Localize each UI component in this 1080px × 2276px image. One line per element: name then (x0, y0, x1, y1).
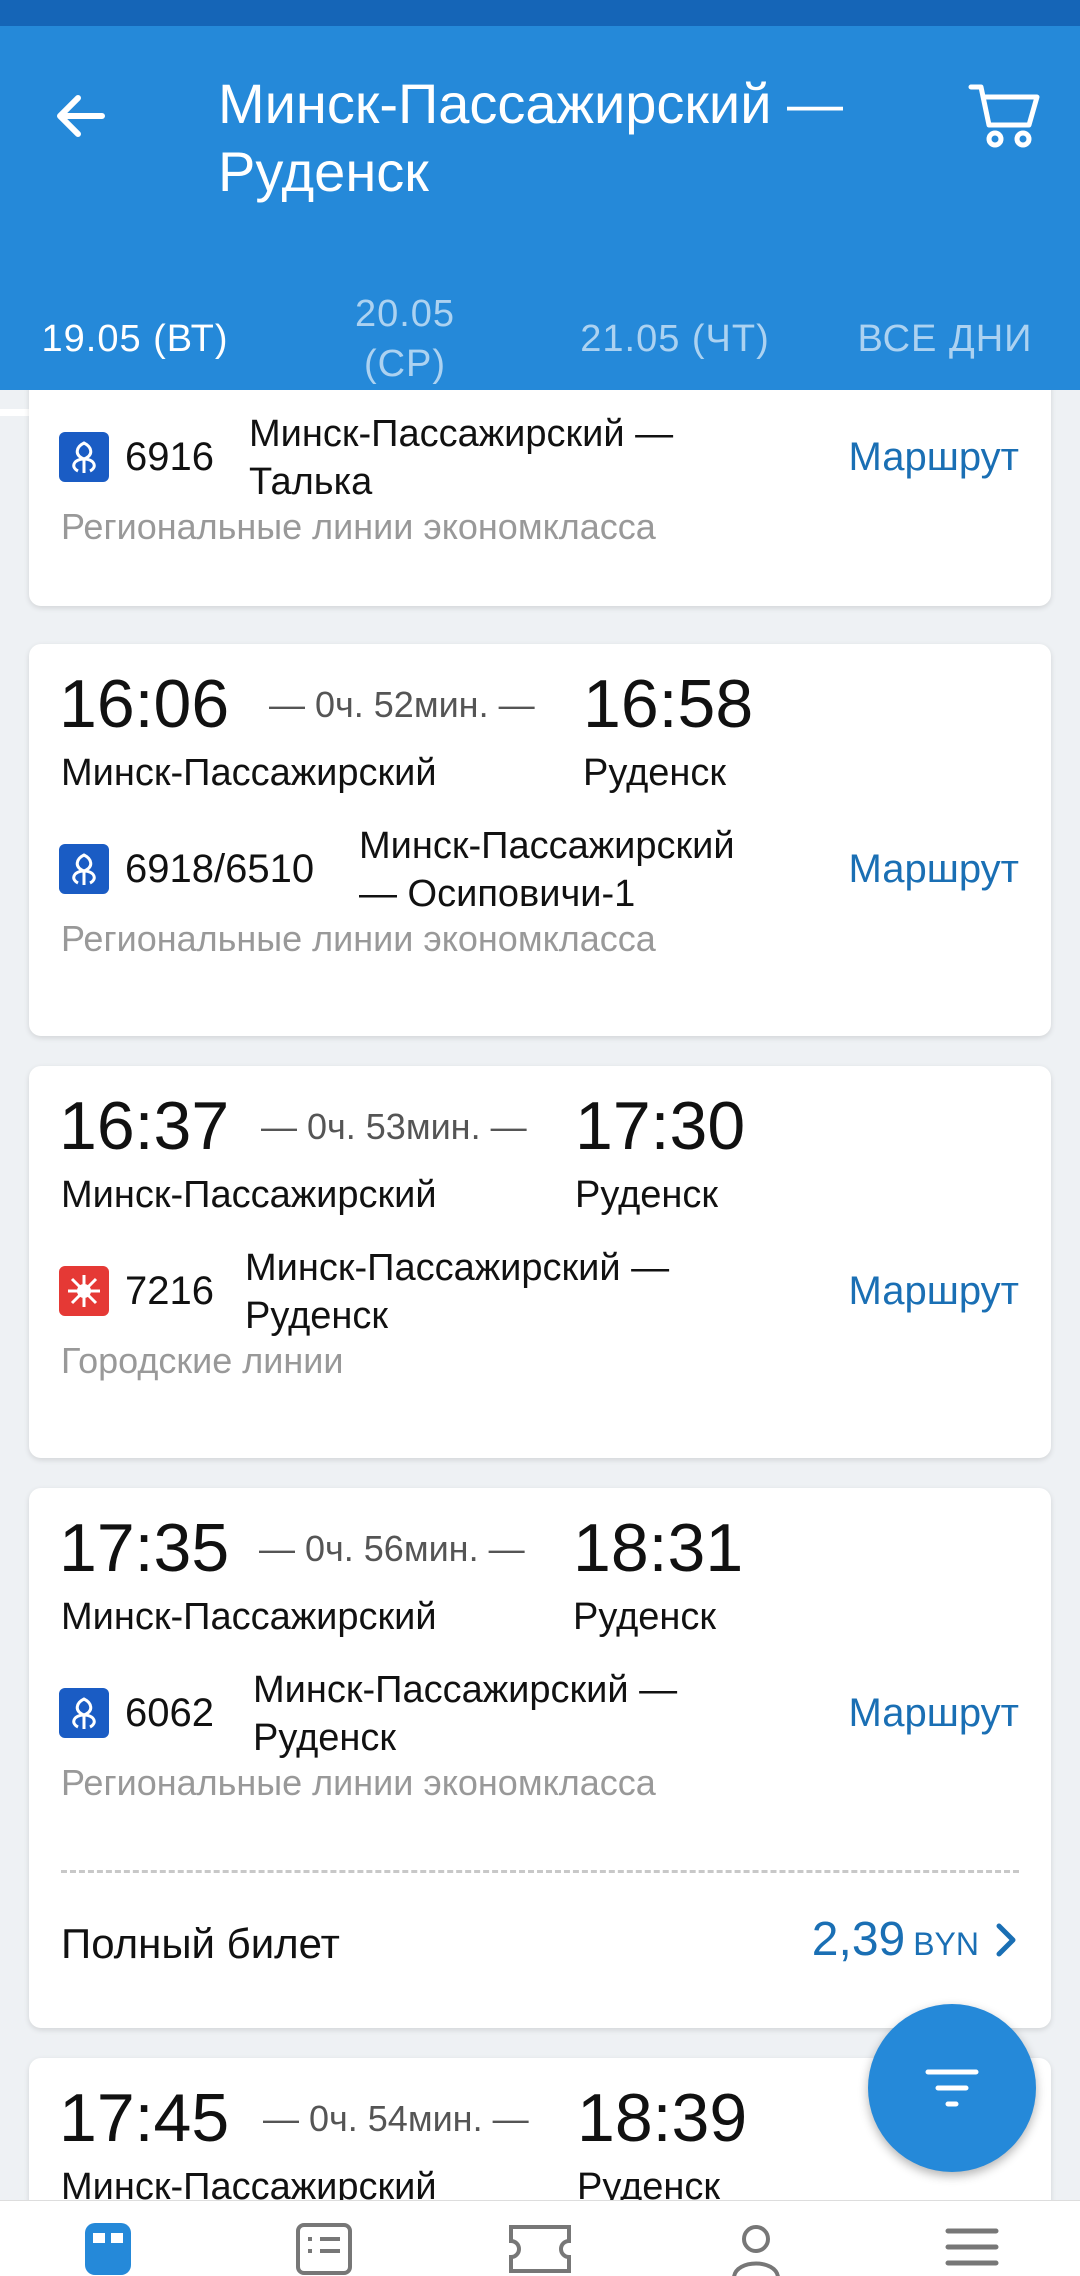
regional-line-icon (59, 844, 109, 894)
route-link[interactable]: Маршрут (849, 1266, 1019, 1316)
profile-icon (732, 2225, 780, 2276)
train-number: 6918/6510 (125, 847, 315, 891)
filter-button[interactable] (868, 2004, 1036, 2172)
train-number: 6916 (125, 435, 214, 479)
status-bar (0, 0, 1080, 26)
price-currency: BYN (913, 1926, 979, 1962)
filter-icon (925, 2069, 979, 2107)
regional-line-icon (59, 432, 109, 482)
departure-station: Минск-Пассажирский (61, 1174, 437, 1216)
departure-station: Минск-Пассажирский (61, 1596, 437, 1638)
app-bar: Минск-Пассажирский — Руденск 19.05 (ВТ) … (0, 26, 1080, 416)
menu-icon (945, 2228, 999, 2266)
trip-duration: — 0ч. 52мин. — (269, 684, 535, 725)
cart-button[interactable] (960, 70, 1050, 160)
departure-time: 17:45 (59, 2080, 230, 2156)
departure-time: 17:35 (59, 1510, 230, 1586)
arrival-station: Руденск (577, 2166, 721, 2200)
departure-time: 16:37 (59, 1088, 230, 1164)
nav-menu[interactable] (932, 2219, 1012, 2276)
arrival-station: Руденск (583, 752, 727, 794)
price-value: 2,39 (811, 1913, 906, 1966)
train-number: 6062 (125, 1691, 214, 1735)
ticket-type-label: Полный билет (61, 1920, 340, 1967)
page-title: Минск-Пассажирский — Руденск (218, 70, 938, 206)
arrival-time: 18:39 (577, 2080, 748, 2156)
trip-list[interactable]: 6916 Минск-Пассажирский — Талька Маршрут … (0, 390, 1080, 2200)
arrival-station: Руденск (575, 1174, 719, 1216)
title-line-2: Руденск (218, 140, 429, 203)
train-number: 7216 (125, 1269, 214, 1313)
title-line-1: Минск-Пассажирский — (218, 72, 844, 135)
trip-duration: — 0ч. 54мин. — (263, 2098, 529, 2139)
nav-profile[interactable] (716, 2219, 796, 2276)
back-button[interactable] (40, 76, 120, 156)
arrival-time: 16:58 (583, 666, 754, 742)
nav-tickets[interactable] (500, 2219, 580, 2276)
nav-schedule[interactable] (284, 2219, 364, 2276)
bottom-navigation (0, 2200, 1080, 2276)
train-category: Городские линии (61, 1340, 344, 1381)
price-button[interactable]: 2,39 BYN (812, 1912, 1019, 1967)
departure-station: Минск-Пассажирский (61, 2166, 437, 2200)
arrival-time: 17:30 (575, 1088, 746, 1164)
route-link[interactable]: Маршрут (849, 1688, 1019, 1738)
trip-card[interactable]: 17:35 — 0ч. 56мин. — 18:31 Минск-Пассажи… (29, 1488, 1051, 2028)
arrow-left-icon (57, 95, 105, 137)
train-category: Региональные линии экономкласса (61, 506, 656, 547)
cart-icon (968, 84, 1040, 148)
departure-time: 16:06 (59, 666, 230, 742)
trains-icon (85, 2223, 131, 2275)
trip-card[interactable]: 6916 Минск-Пассажирский — Талька Маршрут … (29, 390, 1051, 606)
trip-duration: — 0ч. 53мин. — (261, 1106, 527, 1147)
train-route: Минск-Пассажирский — Осиповичи-1 (359, 825, 735, 915)
city-line-icon (59, 1266, 109, 1316)
divider (61, 1870, 1019, 1873)
train-route: Минск-Пассажирский — Талька (249, 413, 674, 503)
tickets-icon (509, 2225, 571, 2273)
train-category: Региональные линии экономкласса (61, 1762, 656, 1803)
chevron-right-icon (996, 1923, 1016, 1956)
regional-line-icon (59, 1688, 109, 1738)
route-link[interactable]: Маршрут (849, 432, 1019, 482)
schedule-icon (296, 2223, 352, 2275)
nav-trains[interactable] (68, 2219, 148, 2276)
route-link[interactable]: Маршрут (849, 844, 1019, 894)
trip-duration: — 0ч. 56мин. — (259, 1528, 525, 1569)
train-route: Минск-Пассажирский — Руденск (253, 1669, 678, 1759)
train-route: Минск-Пассажирский — Руденск (245, 1247, 670, 1337)
arrival-station: Руденск (573, 1596, 717, 1638)
trip-card[interactable]: 16:06 — 0ч. 52мин. — 16:58 Минск-Пассажи… (29, 644, 1051, 1036)
departure-station: Минск-Пассажирский (61, 752, 437, 794)
trip-card[interactable]: 16:37 — 0ч. 53мин. — 17:30 Минск-Пассажи… (29, 1066, 1051, 1458)
arrival-time: 18:31 (573, 1510, 744, 1586)
train-category: Региональные линии экономкласса (61, 918, 656, 959)
